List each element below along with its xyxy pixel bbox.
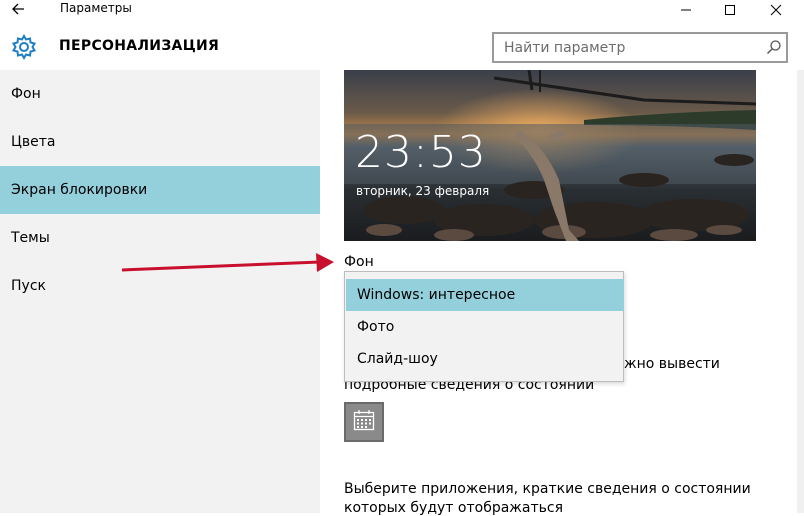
minimize-button[interactable] [666,0,706,20]
calendar-icon [353,409,375,435]
settings-header: ПЕРСОНАЛИЗАЦИЯ [0,22,804,70]
dropdown-option-photo[interactable]: Фото [346,311,624,343]
close-button[interactable] [756,0,796,20]
dropdown-option-windows-spotlight[interactable]: Windows: интересное [346,279,624,311]
status-description-line1: жно вывести [624,356,720,372]
annotation-arrow [121,253,334,272]
dropdown-option-slideshow[interactable]: Слайд-шоу [346,343,624,375]
sidebar-item-colors[interactable]: Цвета [0,118,320,166]
search-icon[interactable] [766,39,782,55]
search-input[interactable] [494,34,756,61]
lock-screen-date: вторник, 23 февраля [356,184,490,198]
lock-screen-time: 23:53 [355,127,487,178]
background-dropdown-list[interactable]: Windows: интересное Фото Слайд-шоу [344,271,624,382]
sidebar-item-lock-screen[interactable]: Экран блокировки [0,166,320,214]
apps-description-line1: Выберите приложения, краткие сведения о … [344,481,751,497]
window-title: Параметры [60,1,132,15]
sidebar-item-background[interactable]: Фон [0,70,320,118]
sidebar: Фон Цвета Экран блокировки Темы Пуск [0,70,320,513]
title-bar: Параметры [0,0,804,22]
page-title: ПЕРСОНАЛИЗАЦИЯ [59,38,220,54]
apps-description-line2: которых будут отображаться [344,500,564,516]
lock-screen-preview: 23:53 вторник, 23 февраля [344,70,756,241]
maximize-button[interactable] [710,0,750,20]
detailed-status-app-button[interactable] [344,402,384,442]
back-arrow-icon[interactable] [8,0,30,20]
gear-icon [11,33,37,61]
search-box[interactable] [492,32,788,63]
scrollbar[interactable] [797,70,804,513]
